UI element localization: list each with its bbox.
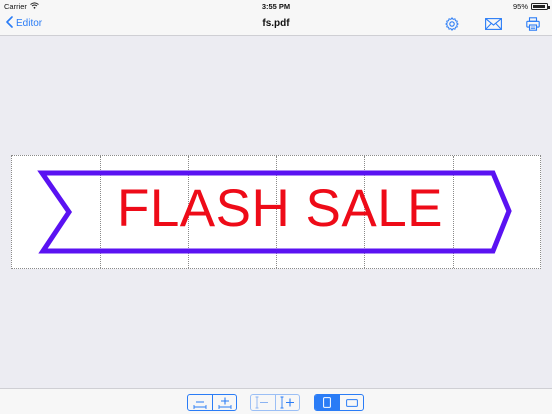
banner-text: FLASH SALE bbox=[116, 179, 444, 238]
portrait-orientation-button[interactable] bbox=[315, 395, 339, 410]
battery-percent: 95% bbox=[512, 2, 528, 11]
decrease-width-icon bbox=[193, 400, 207, 409]
document-title: fs.pdf bbox=[262, 18, 290, 29]
orientation-control-group bbox=[314, 394, 364, 411]
increase-height-button[interactable] bbox=[275, 395, 299, 410]
landscape-orientation-button[interactable] bbox=[339, 395, 363, 410]
increase-width-button[interactable] bbox=[212, 395, 236, 410]
status-right: 95% bbox=[512, 2, 550, 11]
document-preview[interactable]: FLASH SALE bbox=[11, 155, 541, 269]
status-time: 3:55 PM bbox=[261, 2, 291, 11]
increase-height-icon bbox=[280, 396, 294, 409]
navigation-bar: Editor fs.pdf bbox=[0, 12, 552, 36]
landscape-icon bbox=[345, 398, 358, 407]
mail-icon[interactable] bbox=[484, 15, 502, 33]
decrease-width-button[interactable] bbox=[188, 395, 212, 410]
status-bar: Carrier 3:55 PM 95% bbox=[0, 0, 552, 12]
width-control-group bbox=[187, 394, 237, 411]
battery-icon bbox=[531, 3, 550, 10]
portrait-icon bbox=[323, 397, 331, 408]
printer-icon[interactable] bbox=[524, 15, 542, 33]
bottom-toolbar bbox=[0, 388, 552, 414]
decrease-height-button[interactable] bbox=[251, 395, 275, 410]
increase-width-icon bbox=[218, 397, 231, 409]
height-control-group bbox=[250, 394, 300, 411]
decrease-height-icon bbox=[255, 396, 268, 409]
gear-icon[interactable] bbox=[443, 15, 461, 33]
